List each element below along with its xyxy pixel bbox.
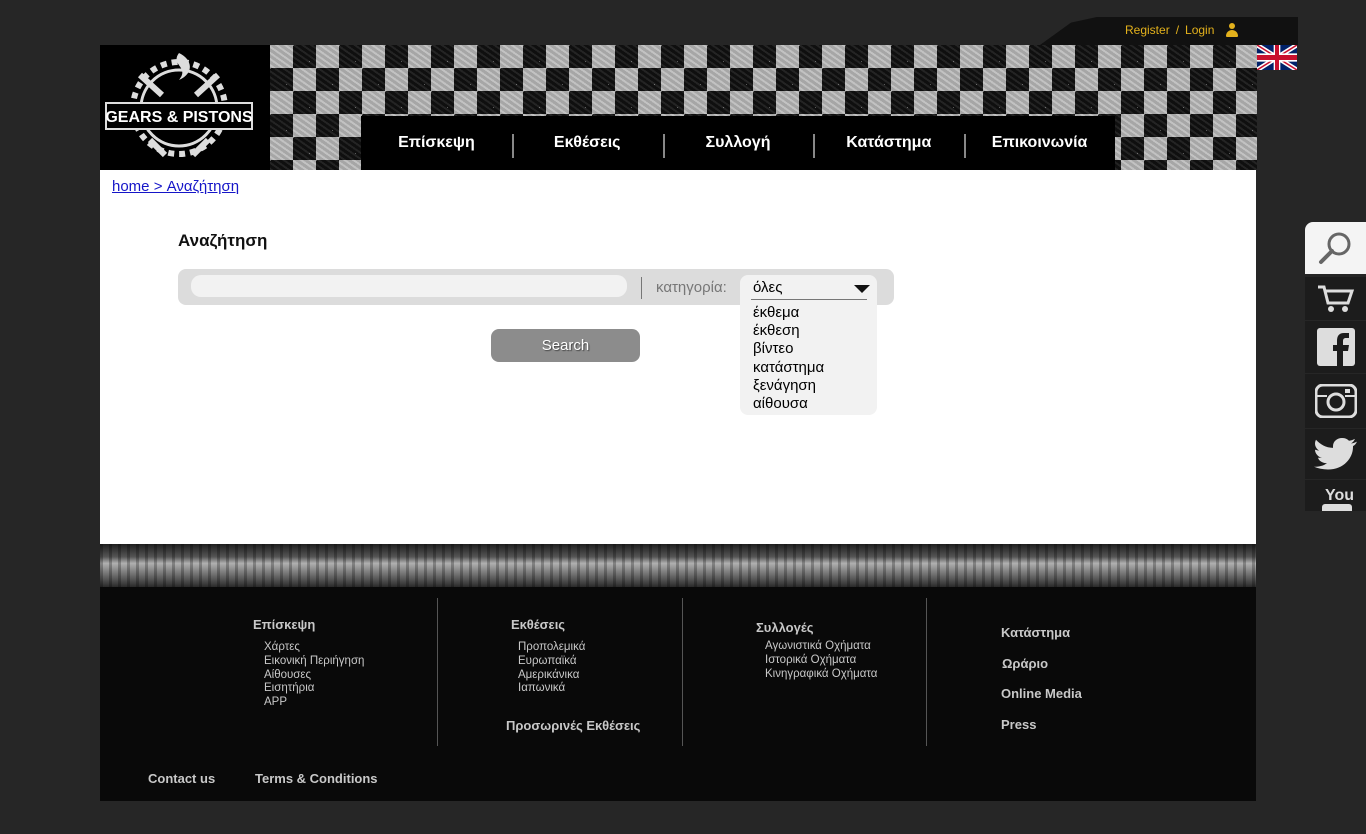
side-youtube-button[interactable]: You — [1305, 480, 1366, 511]
main-content: home > Αναζήτηση Αναζήτηση κατηγορία: όλ… — [100, 170, 1256, 544]
footer-temporary-exhibitions[interactable]: Προσωρινές Εκθέσεις — [506, 718, 640, 733]
side-cart-button[interactable] — [1305, 277, 1366, 320]
footer-collections-list: Αγωνιστικά Οχήματα Ιστορικά Οχήματα Κινη… — [765, 639, 877, 680]
logo-text: GEARS & PISTONS — [105, 109, 253, 126]
footer-exhibitions-list: Προπολεμικά Ευρωπαϊκά Αμερικάνικα Ιαπωνι… — [518, 640, 640, 695]
chevron-down-icon[interactable] — [854, 285, 870, 293]
footer-column-collections: Συλλογές Αγωνιστικά Οχήματα Ιστορικά Οχή… — [756, 620, 877, 680]
footer-hours-link[interactable]: Ωράριο — [1002, 656, 1048, 671]
search-input[interactable] — [191, 275, 627, 297]
footer-press-link[interactable]: Press — [1001, 717, 1036, 732]
footer-separator — [437, 598, 438, 746]
youtube-icon: You — [1321, 487, 1354, 511]
twitter-icon — [1313, 438, 1357, 470]
terms-link[interactable]: Terms & Conditions — [255, 771, 378, 786]
nav-item-collection[interactable]: Συλλογή — [662, 116, 814, 170]
side-twitter-button[interactable] — [1305, 429, 1366, 479]
facebook-icon — [1316, 328, 1355, 366]
footer-separator — [682, 598, 683, 746]
category-option[interactable]: αίθουσα — [753, 395, 824, 413]
nav-item-contact[interactable]: Επικοινωνία — [964, 116, 1115, 170]
breadcrumb[interactable]: home > Αναζήτηση — [112, 178, 239, 195]
account-bar: Register / Login — [1040, 17, 1298, 45]
login-link[interactable]: Login — [1185, 23, 1214, 37]
nav-item-exhibitions[interactable]: Εκθέσεις — [511, 116, 663, 170]
nav-item-store[interactable]: Κατάστημα — [813, 116, 964, 170]
dropdown-divider — [751, 299, 867, 300]
category-option[interactable]: ξενάγηση — [753, 377, 824, 395]
search-icon — [1318, 232, 1350, 264]
footer-link[interactable]: Εισητήρια — [264, 681, 364, 695]
footer-heading-exhibitions[interactable]: Εκθέσεις — [511, 617, 640, 632]
search-divider — [641, 277, 642, 299]
search-button[interactable]: Search — [491, 329, 640, 362]
category-selected[interactable]: όλες — [753, 279, 782, 296]
footer-link[interactable]: Ευρωπαϊκά — [518, 654, 640, 668]
footer-store-link[interactable]: Κατάστημα — [1001, 625, 1070, 640]
instagram-icon — [1314, 384, 1357, 418]
site-footer: Επίσκεψη Χάρτες Εικονική Περιήγηση Αίθου… — [100, 587, 1256, 801]
footer-heading-visit[interactable]: Επίσκεψη — [253, 617, 364, 632]
footer-visit-list: Χάρτες Εικονική Περιήγηση Αίθουσες Εισητ… — [264, 640, 364, 709]
footer-link[interactable]: Κινηγραφικά Οχήματα — [765, 667, 877, 681]
nav-item-visit[interactable]: Επίσκεψη — [361, 116, 512, 170]
side-facebook-button[interactable] — [1305, 321, 1366, 373]
side-instagram-button[interactable] — [1305, 374, 1366, 428]
site-logo[interactable]: GEARS & PISTONS — [100, 45, 270, 170]
contact-us-link[interactable]: Contact us — [148, 771, 215, 786]
category-dropdown[interactable]: όλες έκθεμα έκθεση βίντεο κατάστημα ξενά… — [740, 275, 877, 415]
svg-text:You: You — [1325, 487, 1354, 504]
page-title: Αναζήτηση — [178, 231, 268, 250]
cart-icon — [1317, 285, 1354, 312]
footer-online-media-link[interactable]: Online Media — [1001, 686, 1082, 701]
category-option[interactable]: έκθεμα — [753, 304, 824, 322]
register-link[interactable]: Register — [1125, 23, 1170, 37]
link-separator: / — [1175, 23, 1180, 37]
footer-link[interactable]: APP — [264, 695, 364, 709]
footer-link[interactable]: Εικονική Περιήγηση — [264, 654, 364, 668]
main-nav: Επίσκεψη Εκθέσεις Συλλογή Κατάστημα Επικ… — [361, 116, 1115, 170]
category-option[interactable]: κατάστημα — [753, 359, 824, 377]
footer-link[interactable]: Αγωνιστικά Οχήματα — [765, 639, 877, 653]
gears-pistons-logo: GEARS & PISTONS — [105, 53, 253, 158]
category-option[interactable]: έκθεση — [753, 322, 824, 340]
footer-link[interactable]: Χάρτες — [264, 640, 364, 654]
site-header: GEARS & PISTONS Επίσκεψη Εκθέσεις Συλλογ… — [100, 45, 1257, 170]
category-options: έκθεμα έκθεση βίντεο κατάστημα ξενάγηση … — [753, 304, 824, 413]
category-label: κατηγορία: — [656, 279, 727, 296]
footer-link[interactable]: Προπολεμικά — [518, 640, 640, 654]
footer-column-exhibitions: Εκθέσεις Προπολεμικά Ευρωπαϊκά Αμερικάνι… — [506, 617, 640, 733]
footer-link[interactable]: Ιαπωνικά — [518, 681, 640, 695]
user-icon[interactable] — [1226, 23, 1239, 37]
uk-flag-icon[interactable] — [1257, 45, 1297, 70]
footer-heading-collections[interactable]: Συλλογές — [756, 620, 877, 635]
footer-texture-strip — [100, 544, 1256, 587]
footer-link[interactable]: Αίθουσες — [264, 668, 364, 682]
account-links: Register / Login — [1125, 23, 1239, 37]
footer-link[interactable]: Ιστορικά Οχήματα — [765, 653, 877, 667]
side-search-button[interactable] — [1305, 222, 1366, 274]
footer-column-visit: Επίσκεψη Χάρτες Εικονική Περιήγηση Αίθου… — [253, 617, 364, 709]
footer-link[interactable]: Αμερικάνικα — [518, 668, 640, 682]
category-option[interactable]: βίντεο — [753, 340, 824, 358]
footer-separator — [926, 598, 927, 746]
